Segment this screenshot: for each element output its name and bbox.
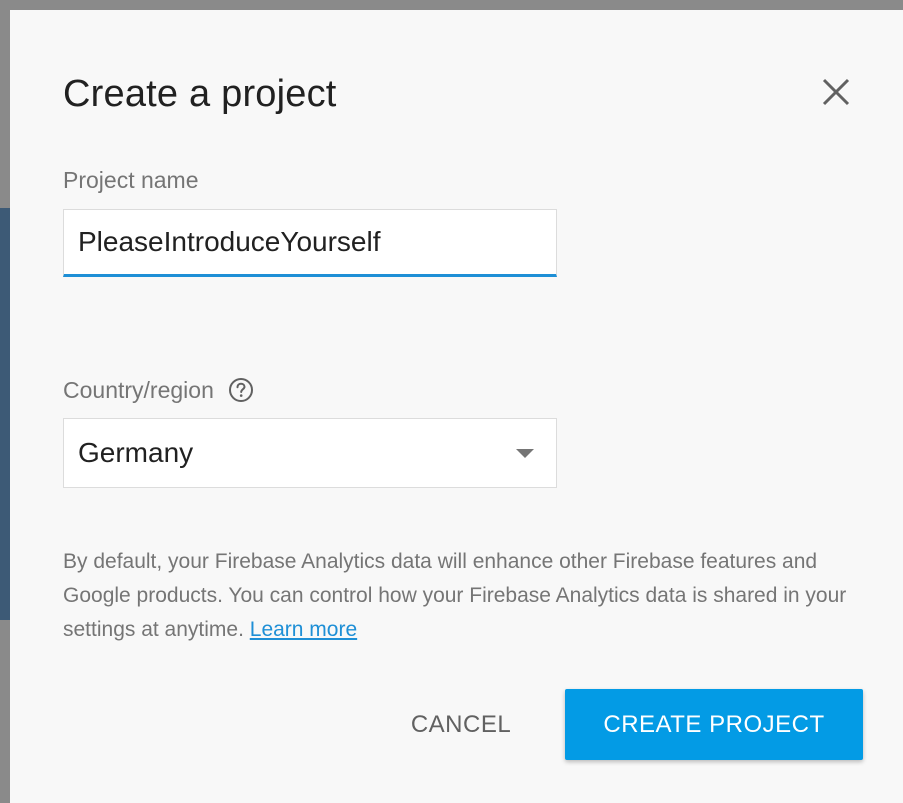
project-name-input[interactable] — [78, 210, 538, 274]
cancel-button[interactable]: CANCEL — [386, 690, 536, 760]
country-region-select[interactable]: Germany — [63, 418, 557, 488]
dropdown-arrow-icon — [516, 449, 534, 458]
analytics-info-body: By default, your Firebase Analytics data… — [63, 550, 847, 641]
create-project-button[interactable]: CREATE PROJECT — [565, 689, 863, 760]
learn-more-link[interactable]: Learn more — [250, 618, 357, 641]
project-name-field[interactable] — [63, 209, 557, 277]
backdrop-accent-strip — [0, 208, 10, 620]
country-region-selected-value: Germany — [78, 437, 194, 468]
create-project-dialog: Create a project Project name Country/re… — [10, 10, 903, 803]
dialog-title: Create a project — [63, 73, 337, 115]
help-circle-icon[interactable] — [228, 377, 254, 403]
close-icon[interactable] — [818, 74, 854, 110]
country-region-label-row: Country/region — [63, 376, 254, 404]
country-region-label: Country/region — [63, 377, 214, 403]
project-name-label: Project name — [63, 167, 199, 193]
backdrop-top-edge — [0, 0, 903, 10]
analytics-info-text: By default, your Firebase Analytics data… — [63, 545, 873, 647]
screen: Create a project Project name Country/re… — [0, 0, 903, 803]
